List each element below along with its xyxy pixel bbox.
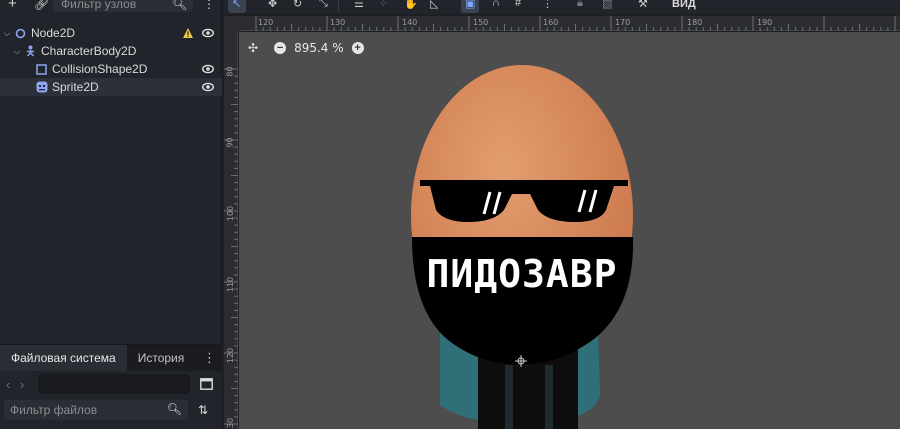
add-node-icon[interactable]: + [8,0,17,12]
filesystem-dock: Файловая система История ⋮ ‹ › Фильтр фа… [0,344,222,429]
more-options-icon[interactable]: ⋮ [203,345,216,371]
pivot-icon[interactable]: ⁘ [379,0,388,10]
zoom-in-button[interactable]: + [351,42,364,54]
ruler-tool-icon[interactable]: ◺ [430,0,438,10]
left-dock: + 🔗︎ Фильтр узлов 🔍︎ ⋮ ⌵ Node2D ⌵ Charac… [0,0,222,429]
zoom-out-button[interactable]: − [274,42,287,54]
lock-icon[interactable]: 🔒︎ [577,0,583,10]
sprite-mask-text: ПИДОЗАВР [426,252,617,296]
tree-item-characterbody2d[interactable]: ⌵ CharacterBody2D [0,42,222,60]
ruler-label: 90 [225,137,235,148]
search-icon: 🔍︎ [172,0,188,11]
sprite-stripe [505,365,513,429]
bone-icon[interactable]: ⚒ [638,0,648,10]
ruler-label: 140 [402,18,418,27]
split-view-icon[interactable] [200,378,213,390]
chevron-down-icon[interactable]: ⌵ [2,28,12,39]
sprite-preview: ПИДОЗАВР [411,65,634,429]
rotate-tool-icon[interactable]: ↻ [293,0,302,10]
more-options-icon[interactable]: ⋮ [203,0,215,12]
list-select-icon[interactable]: ☰ [354,0,364,10]
node-label: CollisionShape2D [52,62,148,76]
tab-history[interactable]: История [127,345,196,371]
chevron-down-icon[interactable]: ⌵ [12,46,22,57]
scale-tool-icon[interactable]: ⤡ [319,0,328,10]
viewport-canvas[interactable]: ПИДОЗАВР [239,32,900,429]
ruler-horizontal: 120 130 140 150 160 170 180 190 [238,16,900,31]
separator [338,0,339,12]
node-label: Sprite2D [52,80,99,94]
center-view-icon[interactable]: ✣ [248,41,258,55]
link-icon[interactable]: 🔗︎ [34,0,49,12]
ruler-label: 160 [543,18,559,27]
group-icon[interactable]: ▨ [602,0,612,10]
scene-tree: ⌵ Node2D ⌵ CharacterBody2D CollisionShap… [0,24,222,96]
ruler-label: 130 [226,417,236,429]
character-body-icon [24,45,37,58]
node-label: Node2D [31,26,76,40]
ruler-vertical: 80 90 100 110 120 130 [224,31,238,429]
visibility-eye-icon[interactable] [202,27,214,39]
select-arrow-icon: ↖ [232,0,242,10]
ruler-label: 100 [226,205,236,222]
tree-item-node2d[interactable]: ⌵ Node2D [0,24,222,42]
more-options-icon[interactable]: ⋮ [542,0,553,10]
ruler-label: 130 [330,18,346,27]
tab-filesystem[interactable]: Файловая система [0,345,127,371]
file-filter-row: Фильтр файлов 🔍︎ ⇅ [0,397,222,423]
warning-icon[interactable] [182,27,194,39]
path-input[interactable] [38,374,190,394]
snap-icon: ▣ [465,0,476,10]
back-arrow-icon[interactable]: ‹ [6,377,20,392]
search-icon: 🔍︎ [166,402,182,416]
ruler-label: 170 [615,18,631,27]
files-tab-bar: Файловая система История ⋮ [0,345,222,371]
ruler-corner [224,16,238,31]
forward-arrow-icon[interactable]: › [20,377,34,392]
tree-item-collisionshape2d[interactable]: CollisionShape2D [0,60,222,78]
visibility-eye-icon[interactable] [202,81,214,93]
path-row: ‹ › [0,371,222,397]
ruler-label: 190 [757,18,773,27]
smart-snap-icon[interactable]: ∩ [492,0,500,9]
ruler-label: 120 [258,18,274,27]
file-filter-input[interactable]: Фильтр файлов 🔍︎ [4,400,188,420]
sprite-stripe [545,365,553,429]
visibility-eye-icon[interactable] [202,63,214,75]
tree-item-sprite2d[interactable]: Sprite2D [0,78,222,96]
ruler-label: 80 [225,66,235,77]
ruler-ticks [224,68,238,425]
file-filter-placeholder: Фильтр файлов [10,403,98,417]
zoom-controls: ✣ − 895.4 % + [248,40,364,56]
ruler-label: 150 [473,18,489,27]
zoom-level[interactable]: 895.4 % [294,41,344,55]
collision-shape-icon [35,63,48,76]
ruler-label: 120 [226,347,236,364]
ruler-label: 110 [226,276,236,293]
sort-icon[interactable]: ⇅ [198,403,208,417]
view-menu[interactable]: ВИД [672,0,696,10]
scene-toolbar: + 🔗︎ Фильтр узлов 🔍︎ ⋮ [0,0,222,14]
node-label: CharacterBody2D [41,44,137,58]
node2d-icon [14,27,27,40]
viewport-toolbar: ↖ ✥ ↻ ⤡ ☰ ⁘ ✋ ◺ ▣ ∩ # ⋮ 🔒︎ ▨ ⚒ ВИД [224,0,900,14]
ruler-label: 180 [687,18,703,27]
pan-tool-icon[interactable]: ✋ [404,0,418,10]
move-tool-icon[interactable]: ✥ [268,0,277,10]
sprite-icon [35,81,48,94]
grid-snap-icon[interactable]: # [515,0,521,9]
